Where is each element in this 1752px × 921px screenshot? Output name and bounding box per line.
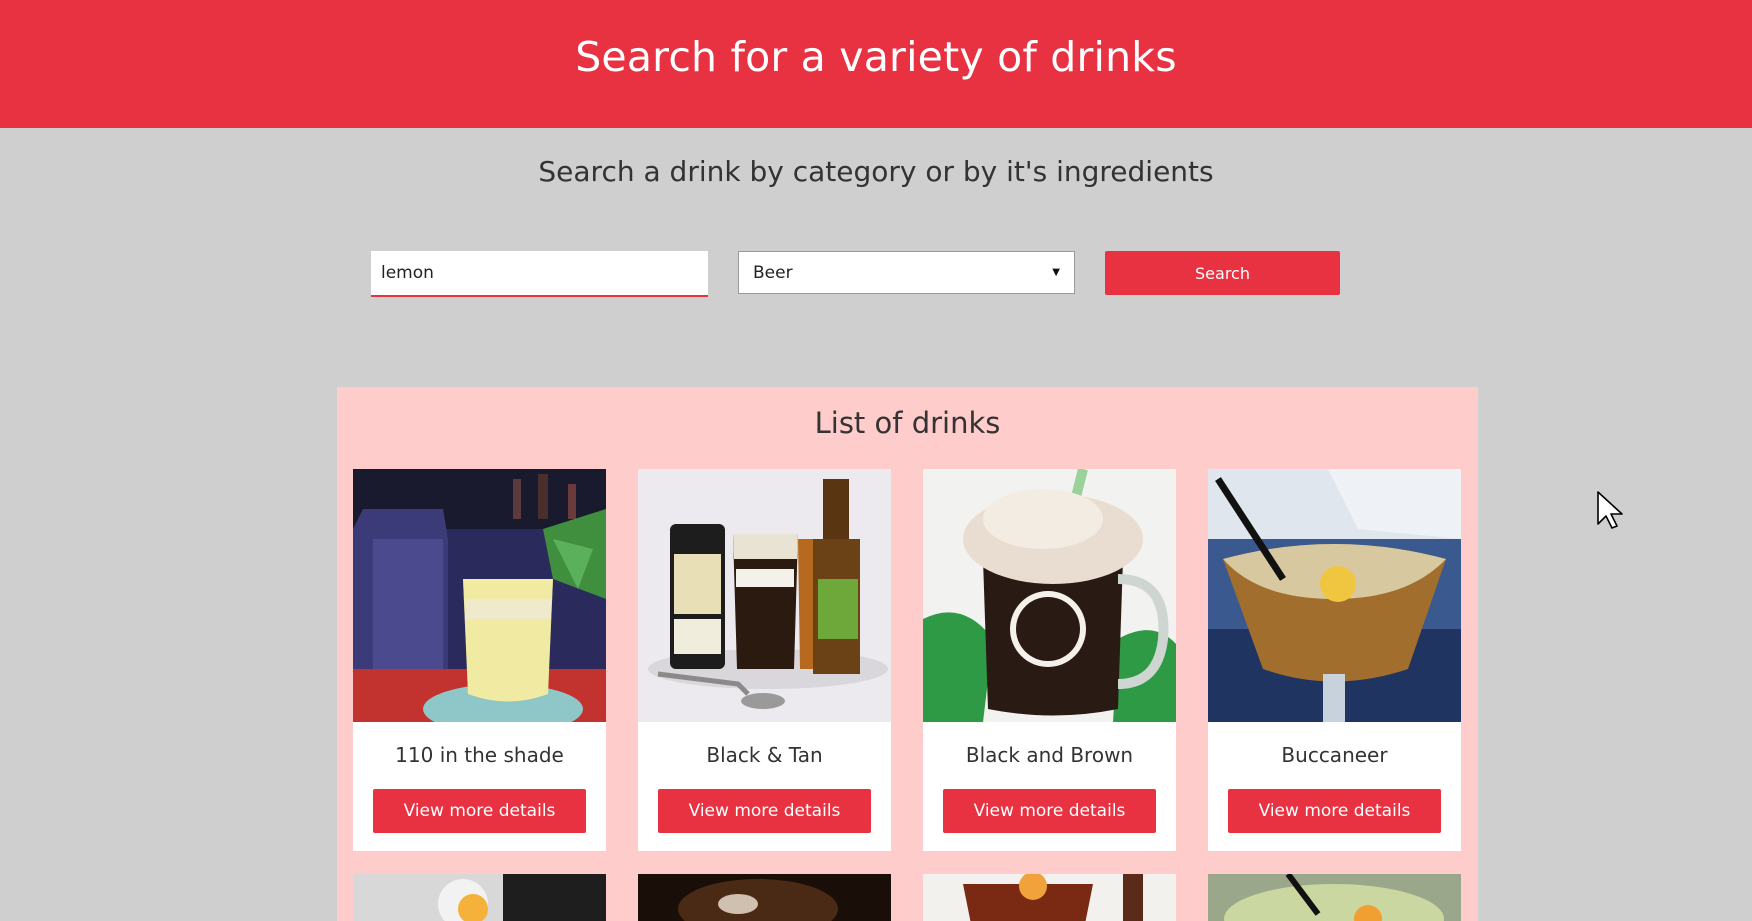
- search-subtitle: Search a drink by category or by it's in…: [538, 155, 1214, 188]
- drinks-list-panel: List of drinks 110 in the shade View mor…: [337, 387, 1478, 921]
- drink-card: 110 in the shade View more details: [353, 469, 606, 851]
- view-details-button[interactable]: View more details: [373, 789, 586, 833]
- drink-name: Black and Brown: [965, 743, 1134, 767]
- view-details-button[interactable]: View more details: [943, 789, 1156, 833]
- drink-card: [1208, 874, 1461, 921]
- drink-image: [1208, 469, 1461, 722]
- category-select-value: Beer: [753, 262, 793, 283]
- ingredient-search-input[interactable]: [371, 251, 708, 297]
- drink-image: [638, 469, 891, 722]
- view-details-button[interactable]: View more details: [658, 789, 871, 833]
- mouse-cursor-icon: [1597, 491, 1623, 529]
- page-title: Search for a variety of drinks: [575, 33, 1177, 81]
- drink-card: [638, 874, 891, 921]
- drink-name: Buccaneer: [1281, 743, 1388, 767]
- drink-card: Buccaneer View more details: [1208, 469, 1461, 851]
- chevron-down-icon: ▼: [1052, 267, 1060, 278]
- drink-card: [353, 874, 606, 921]
- drink-image: [353, 469, 606, 722]
- drink-name: 110 in the shade: [395, 743, 564, 767]
- drink-name: Black & Tan: [706, 743, 823, 767]
- search-button[interactable]: Search: [1105, 251, 1340, 295]
- drink-card: [923, 874, 1176, 921]
- view-details-button[interactable]: View more details: [1228, 789, 1441, 833]
- drink-image: [923, 469, 1176, 722]
- category-select[interactable]: Beer ▼: [738, 251, 1075, 294]
- list-title: List of drinks: [814, 406, 1001, 440]
- drink-card: Black and Brown View more details: [923, 469, 1176, 851]
- page-header: Search for a variety of drinks: [0, 0, 1752, 128]
- drink-card: Black & Tan View more details: [638, 469, 891, 851]
